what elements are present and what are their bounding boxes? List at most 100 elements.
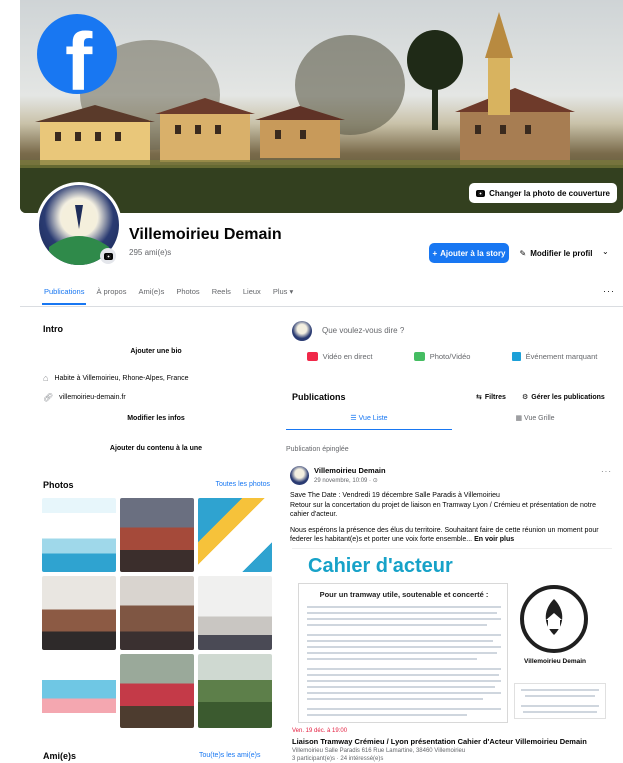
plus-icon: + bbox=[432, 248, 438, 258]
post-text: Save The Date : Vendredi 19 décembre Sal… bbox=[290, 491, 616, 551]
flag-icon bbox=[511, 352, 521, 361]
view-grid-label: Vue Grille bbox=[524, 415, 555, 422]
tab-photos[interactable]: Photos bbox=[176, 285, 199, 305]
grid-icon: ▦ bbox=[515, 415, 523, 422]
link-icon: 🔗︎ bbox=[43, 393, 54, 402]
gear-icon: ⚙ bbox=[522, 394, 529, 401]
add-bio-button[interactable]: Ajouter une bio bbox=[32, 348, 280, 355]
tab-publications[interactable]: Publications bbox=[41, 285, 87, 305]
friends-section-title: Ami(e)s bbox=[43, 751, 77, 761]
life-event-label: Événement marquant bbox=[525, 352, 598, 361]
home-icon: ⌂ bbox=[43, 373, 49, 383]
live-video-button[interactable]: Vidéo en direct bbox=[306, 352, 373, 361]
tab-about[interactable]: À propos bbox=[96, 285, 126, 305]
profile-name: Villemoirieu Demain bbox=[129, 226, 282, 243]
post-author-avatar[interactable] bbox=[290, 466, 309, 485]
photo-thumbnail[interactable] bbox=[120, 498, 194, 572]
photo-thumbnail[interactable] bbox=[42, 576, 116, 650]
lives-in-row: ⌂ Habite à Villemoirieu, Rhone-Alpes, Fr… bbox=[43, 373, 189, 383]
tab-reels[interactable]: Reels bbox=[212, 285, 231, 305]
edit-profile-label: Modifier le profil bbox=[530, 248, 593, 258]
view-list-label: Vue Liste bbox=[358, 415, 388, 422]
edit-info-button[interactable]: Modifier les infos bbox=[32, 415, 280, 422]
photo-thumbnail[interactable] bbox=[120, 654, 194, 728]
photo-thumbnail[interactable] bbox=[198, 498, 272, 572]
post-text-line: Retour sur la concertation du projet de … bbox=[290, 501, 596, 519]
edit-profile-button[interactable]: ✎ Modifier le profil bbox=[513, 243, 599, 263]
composer-input[interactable]: Que voulez-vous dire ? bbox=[322, 326, 404, 335]
change-cover-label: Changer la photo de couverture bbox=[489, 188, 610, 198]
photo-thumbnail[interactable] bbox=[42, 498, 116, 572]
doc-subtitle: Pour un tramway utile, soutenable et con… bbox=[319, 590, 489, 599]
filters-label: Filtres bbox=[484, 393, 506, 401]
event-location: Villemoirieu Salle Paradis 616 Rue Lamar… bbox=[292, 748, 466, 754]
manage-posts-button[interactable]: ⚙ Gérer les publications bbox=[522, 393, 605, 402]
intro-title: Intro bbox=[43, 324, 63, 334]
facebook-logo-icon: f bbox=[37, 14, 117, 94]
post-options-icon[interactable]: ··· bbox=[601, 467, 612, 476]
composer-avatar bbox=[292, 321, 312, 341]
manage-posts-label: Gérer les publications bbox=[531, 393, 605, 401]
more-options-icon[interactable]: ··· bbox=[603, 286, 615, 296]
tab-friends[interactable]: Ami(e)s bbox=[138, 285, 164, 305]
photo-thumbnail[interactable] bbox=[120, 576, 194, 650]
tab-places[interactable]: Lieux bbox=[243, 285, 261, 305]
view-list-tab[interactable]: ☰ Vue Liste bbox=[286, 414, 452, 430]
add-featured-button[interactable]: Ajouter du contenu à la une bbox=[32, 445, 280, 452]
event-participants: 3 participant(e)s · 24 intéressé(e)s bbox=[292, 756, 384, 762]
doc-side-box bbox=[514, 683, 606, 719]
change-cover-button[interactable]: Changer la photo de couverture bbox=[469, 183, 617, 203]
divider bbox=[20, 306, 623, 307]
add-story-button[interactable]: + Ajouter à la story bbox=[429, 243, 509, 263]
list-icon: ☰ bbox=[350, 415, 357, 422]
photo-video-icon bbox=[413, 352, 425, 361]
chevron-down-icon[interactable]: ⌄ bbox=[602, 247, 609, 256]
camera-icon bbox=[476, 189, 486, 197]
live-video-label: Vidéo en direct bbox=[322, 352, 373, 361]
sliders-icon: ⇆ bbox=[476, 394, 482, 401]
post-date[interactable]: 29 novembre, 10:09 · ⊙ bbox=[314, 477, 378, 484]
composer-actions: Vidéo en direct Photo/Vidéo Événement ma… bbox=[286, 352, 618, 361]
event-date: Ven. 19 déc. à 19:00 bbox=[292, 728, 348, 734]
friends-count[interactable]: 295 ami(e)s bbox=[129, 248, 171, 257]
photo-thumbnail[interactable] bbox=[42, 654, 116, 728]
avatar-camera-button[interactable] bbox=[100, 248, 116, 264]
photo-thumbnail[interactable] bbox=[198, 576, 272, 650]
doc-body: Pour un tramway utile, soutenable et con… bbox=[298, 583, 508, 723]
villemoirieu-logo-icon bbox=[520, 585, 588, 653]
website-row: 🔗︎ villemoirieu-demain.fr bbox=[43, 393, 126, 402]
post-text-line: Nous espérons la présence des élus du te… bbox=[290, 526, 599, 544]
doc-title: Cahier d'acteur bbox=[308, 555, 453, 577]
photos-card: Photos Toutes les photos bbox=[32, 470, 280, 732]
post-author[interactable]: Villemoirieu Demain bbox=[314, 466, 386, 475]
camera-icon bbox=[103, 252, 113, 260]
photo-grid bbox=[42, 498, 272, 728]
see-more-link[interactable]: En voir plus bbox=[474, 536, 514, 543]
photos-title: Photos bbox=[43, 480, 74, 490]
post-composer: Que voulez-vous dire ? Vidéo en direct P… bbox=[286, 318, 618, 380]
publications-header: Publications ⇆ Filtres ⚙ Gérer les publi… bbox=[286, 386, 618, 430]
add-story-label: Ajouter à la story bbox=[440, 248, 506, 258]
doc-logo-name: Villemoirieu Demain bbox=[523, 658, 586, 665]
pinned-label: Publication épinglée bbox=[286, 446, 349, 453]
all-friends-link[interactable]: Tou(te)s les ami(e)s bbox=[199, 752, 260, 759]
live-video-icon bbox=[306, 352, 318, 361]
photo-video-label: Photo/Vidéo bbox=[429, 352, 471, 361]
post-text-line: Save The Date : Vendredi 19 décembre Sal… bbox=[290, 492, 500, 499]
profile-page: Changer la photo de couverture f Villemo… bbox=[0, 0, 623, 763]
all-photos-link[interactable]: Toutes les photos bbox=[216, 481, 270, 488]
pinned-post: Villemoirieu Demain 29 novembre, 10:09 ·… bbox=[286, 458, 618, 763]
intro-card: Intro Ajouter une bio ⌂ Habite à Villemo… bbox=[32, 318, 280, 458]
event-title[interactable]: Liaison Tramway Crémieu / Lyon présentat… bbox=[292, 737, 587, 746]
publications-title: Publications bbox=[292, 392, 346, 402]
website-link[interactable]: villemoirieu-demain.fr bbox=[59, 394, 126, 401]
photo-thumbnail[interactable] bbox=[198, 654, 272, 728]
filters-button[interactable]: ⇆ Filtres bbox=[476, 393, 506, 402]
view-grid-tab[interactable]: ▦ Vue Grille bbox=[452, 414, 618, 422]
life-event-button[interactable]: Événement marquant bbox=[511, 352, 598, 361]
post-image[interactable]: Cahier d'acteur Pour un tramway utile, s… bbox=[292, 548, 612, 733]
profile-tabs: Publications À propos Ami(e)s Photos Ree… bbox=[41, 285, 305, 305]
tab-more[interactable]: Plus ▾ bbox=[273, 285, 293, 305]
lives-in-text: Habite à Villemoirieu, Rhone-Alpes, Fran… bbox=[54, 374, 189, 382]
photo-video-button[interactable]: Photo/Vidéo bbox=[413, 352, 471, 361]
